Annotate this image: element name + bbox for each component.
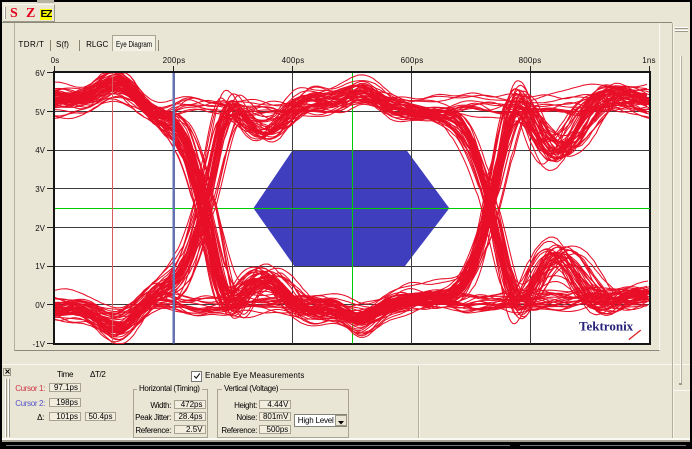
svg-text:Tektronix: Tektronix (579, 319, 634, 334)
